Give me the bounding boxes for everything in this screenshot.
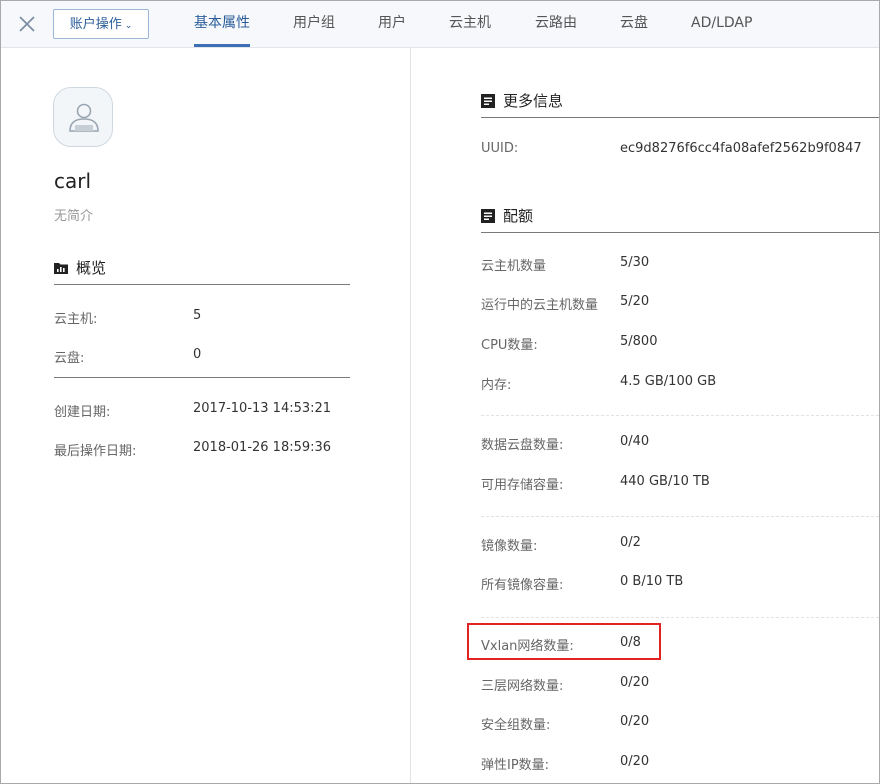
last-op-date-value: 2018-01-26 18:59:36	[193, 440, 332, 455]
quota-separator	[481, 516, 879, 517]
quota-underline	[481, 232, 879, 233]
user-bio: 无简介	[54, 209, 94, 224]
tab-ad-ldap[interactable]: AD/LDAP	[691, 1, 752, 47]
quota-separator	[481, 617, 879, 618]
document-icon	[481, 209, 495, 223]
overview-volume-label: 云盘:	[54, 351, 85, 366]
last-op-date-label: 最后操作日期:	[54, 444, 137, 459]
quota-image-count-value: 0/2	[620, 535, 641, 550]
overview-volume-value: 0	[193, 347, 202, 362]
tab-volumes[interactable]: 云盘	[620, 1, 648, 47]
quota-image-size-value: 0 B/10 TB	[620, 574, 684, 589]
quota-vm-count-label: 云主机数量	[481, 259, 547, 274]
quota-running-vm-value: 5/20	[620, 294, 650, 309]
account-actions-label: 账户操作	[69, 17, 122, 32]
folder-chart-icon	[54, 261, 68, 275]
chevron-down-icon: ⌄	[124, 21, 133, 31]
overview-title: 概览	[76, 259, 107, 277]
more-info-title: 更多信息	[503, 92, 564, 110]
overview-separator	[54, 377, 350, 378]
quota-security-group-value: 0/20	[620, 714, 650, 729]
tab-basic-properties[interactable]: 基本属性	[194, 1, 250, 47]
create-date-label: 创建日期:	[54, 405, 111, 420]
tab-vm-instances[interactable]: 云主机	[449, 1, 491, 47]
tab-user-groups[interactable]: 用户组	[293, 1, 335, 47]
overview-vm-value: 5	[193, 308, 202, 323]
uuid-value: ec9d8276f6cc4fa08afef2562b9f0847	[620, 141, 862, 156]
account-actions-button[interactable]: 账户操作 ⌄	[53, 9, 149, 39]
user-name: carl	[54, 169, 92, 193]
document-icon	[481, 94, 495, 108]
more-info-underline	[481, 117, 879, 118]
overview-underline	[54, 284, 350, 285]
create-date-value: 2017-10-13 14:53:21	[193, 401, 332, 416]
quota-data-volume-label: 数据云盘数量:	[481, 438, 564, 453]
quota-running-vm-label: 运行中的云主机数量	[481, 298, 599, 313]
quota-l3-network-label: 三层网络数量:	[481, 679, 564, 694]
user-icon	[69, 103, 99, 132]
header-bar: 账户操作 ⌄ 基本属性 用户组 用户 云主机 云路由 云盘 AD/LDAP	[1, 1, 879, 48]
tab-users[interactable]: 用户	[378, 1, 406, 47]
user-detail-window: 账户操作 ⌄ 基本属性 用户组 用户 云主机 云路由 云盘 AD/LDAP car…	[0, 0, 880, 784]
quota-eip-label: 弹性IP数量:	[481, 758, 550, 773]
quota-storage-label: 可用存储容量:	[481, 478, 564, 493]
quota-eip-value: 0/20	[620, 754, 650, 769]
tab-virtual-routers[interactable]: 云路由	[535, 1, 577, 47]
panel-divider	[410, 48, 411, 783]
quota-memory-label: 内存:	[481, 378, 512, 393]
quota-storage-value: 440 GB/10 TB	[620, 474, 710, 489]
quota-image-count-label: 镜像数量:	[481, 539, 538, 554]
more-info-heading: 更多信息	[481, 90, 563, 111]
overview-vm-label: 云主机:	[54, 312, 98, 327]
quota-vm-count-value: 5/30	[620, 255, 650, 270]
close-icon[interactable]	[15, 12, 39, 36]
quota-title: 配额	[503, 207, 534, 225]
avatar	[53, 87, 113, 147]
uuid-label: UUID:	[481, 141, 519, 156]
quota-heading: 配额	[481, 205, 533, 226]
quota-image-size-label: 所有镜像容量:	[481, 578, 564, 593]
overview-heading: 概览	[54, 257, 106, 278]
quota-cpu-label: CPU数量:	[481, 338, 538, 353]
vxlan-highlight-box	[467, 623, 661, 660]
quota-memory-value: 4.5 GB/100 GB	[620, 374, 717, 389]
quota-l3-network-value: 0/20	[620, 675, 650, 690]
quota-data-volume-value: 0/40	[620, 434, 650, 449]
quota-separator	[481, 415, 879, 416]
quota-cpu-value: 5/800	[620, 334, 658, 349]
quota-security-group-label: 安全组数量:	[481, 718, 551, 733]
